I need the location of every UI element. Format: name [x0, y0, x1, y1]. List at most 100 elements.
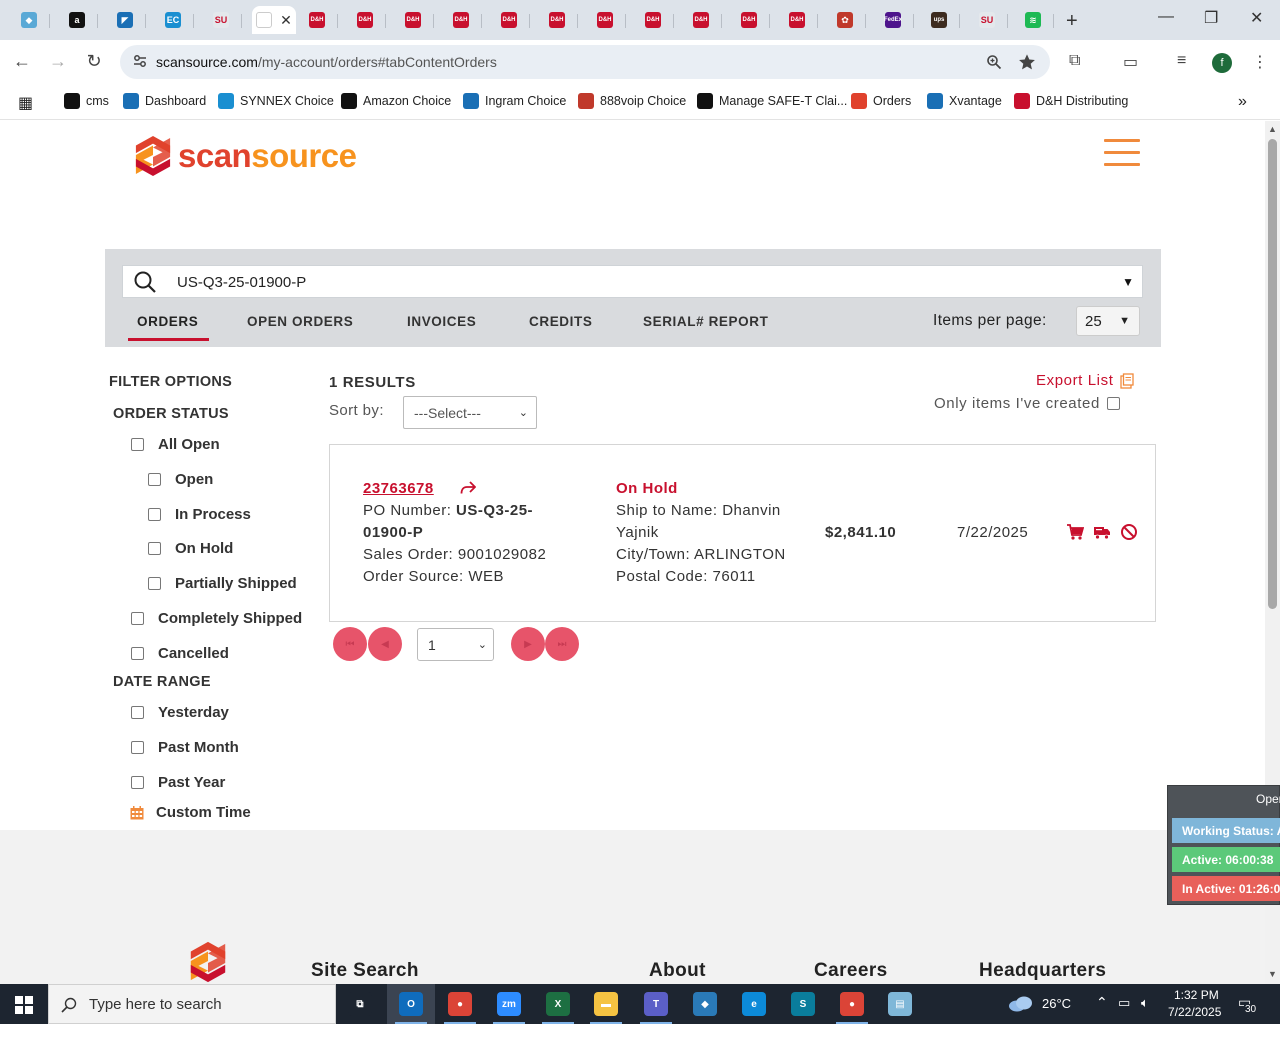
- bookmarks-overflow-button[interactable]: »: [1238, 93, 1247, 111]
- footer-logo-mark[interactable]: [187, 940, 229, 984]
- page-select[interactable]: 1 ⌄: [417, 628, 494, 661]
- checkbox[interactable]: [1106, 397, 1120, 410]
- browser-tab[interactable]: D&H: [440, 6, 482, 34]
- taskbar-app[interactable]: O: [387, 984, 435, 1024]
- address-bar[interactable]: scansource.com/my-account/orders#tabCont…: [120, 45, 1050, 79]
- browser-tab[interactable]: ◆: [8, 6, 50, 34]
- checkbox[interactable]: [148, 508, 161, 521]
- filter-completely-shipped[interactable]: Completely Shipped: [131, 610, 302, 627]
- taskbar-app[interactable]: ▤: [876, 984, 924, 1024]
- close-tab-icon[interactable]: ✕: [280, 12, 292, 29]
- extensions-icon[interactable]: ⧉: [1069, 52, 1080, 70]
- zoom-icon[interactable]: [986, 54, 1002, 70]
- taskbar-search-box[interactable]: Type here to search: [48, 984, 336, 1024]
- only-my-items-toggle[interactable]: Only items I've created: [934, 395, 1120, 412]
- checkbox[interactable]: [131, 612, 144, 625]
- bookmark-item[interactable]: cms: [64, 93, 109, 109]
- filter-all-open[interactable]: All Open: [131, 436, 220, 453]
- taskbar-app[interactable]: e: [730, 984, 778, 1024]
- taskbar-app[interactable]: zm: [485, 984, 533, 1024]
- browser-tab[interactable]: D&H: [584, 6, 626, 34]
- browser-tab[interactable]: D&H: [680, 6, 722, 34]
- search-icon[interactable]: [133, 270, 157, 294]
- scansource-logo[interactable]: scansource: [134, 134, 357, 178]
- tab-orders[interactable]: ORDERS: [137, 314, 198, 329]
- browser-menu-icon[interactable]: ⋮: [1252, 52, 1268, 72]
- first-page-button[interactable]: ⏮: [333, 627, 367, 661]
- filter-yesterday[interactable]: Yesterday: [131, 704, 229, 721]
- cart-icon[interactable]: [1066, 523, 1084, 541]
- order-number-link[interactable]: 23763678: [363, 480, 434, 497]
- search-dropdown-icon[interactable]: ▼: [1122, 275, 1134, 289]
- browser-tab[interactable]: ✿: [824, 6, 866, 34]
- browser-tab[interactable]: ◤: [104, 6, 146, 34]
- hamburger-menu-icon[interactable]: [1104, 139, 1140, 167]
- bookmark-item[interactable]: Ingram Choice: [463, 93, 566, 109]
- browser-tab[interactable]: D&H: [296, 6, 338, 34]
- footer-headquarters[interactable]: Headquarters: [979, 960, 1106, 982]
- checkbox[interactable]: [148, 473, 161, 486]
- weather-cloud-icon[interactable]: [1008, 996, 1034, 1012]
- volume-icon[interactable]: 🔈︎: [1141, 995, 1149, 1035]
- scrollbar-thumb[interactable]: [1268, 139, 1277, 609]
- last-page-button[interactable]: ⏭: [545, 627, 579, 661]
- items-per-page-select[interactable]: 25 ▼: [1076, 306, 1140, 336]
- notification-icon[interactable]: ▭ 30: [1238, 994, 1262, 1015]
- search-query-text[interactable]: US-Q3-25-01900-P: [177, 274, 306, 291]
- sort-by-select[interactable]: ---Select--- ⌄: [403, 396, 537, 429]
- taskbar-app[interactable]: ●: [828, 984, 876, 1024]
- browser-tab[interactable]: EC: [152, 6, 194, 34]
- filter-partially-shipped[interactable]: Partially Shipped: [148, 575, 297, 592]
- filter-past-month[interactable]: Past Month: [131, 739, 239, 756]
- bookmark-item[interactable]: 888voip Choice: [578, 93, 686, 109]
- taskbar-app[interactable]: ▬: [582, 984, 630, 1024]
- bookmark-item[interactable]: Dashboard: [123, 93, 206, 109]
- browser-tab[interactable]: a: [56, 6, 98, 34]
- scroll-up-icon[interactable]: ▲: [1268, 124, 1277, 134]
- browser-tab[interactable]: ups: [918, 6, 960, 34]
- media-controls-icon[interactable]: ≡: [1177, 52, 1186, 70]
- export-list-link[interactable]: Export List: [1036, 372, 1135, 389]
- checkbox[interactable]: [148, 577, 161, 590]
- tray-overflow-icon[interactable]: ⌃: [1096, 994, 1108, 1034]
- browser-tab[interactable]: SU: [966, 6, 1008, 34]
- back-button[interactable]: ←: [10, 51, 34, 72]
- tab-invoices[interactable]: INVOICES: [407, 314, 476, 329]
- next-page-button[interactable]: ▶: [511, 627, 545, 661]
- footer-about[interactable]: About: [649, 960, 706, 982]
- bookmark-item[interactable]: Orders: [851, 93, 911, 109]
- filter-on-hold[interactable]: On Hold: [148, 540, 233, 557]
- order-search-input[interactable]: US-Q3-25-01900-P ▼: [122, 265, 1143, 298]
- bookmark-item[interactable]: D&H Distributing: [1014, 93, 1128, 109]
- taskbar-app[interactable]: ◆: [681, 984, 729, 1024]
- checkbox[interactable]: [131, 706, 144, 719]
- checkbox[interactable]: [131, 647, 144, 660]
- filter-in-process[interactable]: In Process: [148, 506, 251, 523]
- cancel-order-icon[interactable]: [1120, 523, 1138, 541]
- active-tab[interactable]: ✕: [252, 6, 296, 34]
- checkbox[interactable]: [148, 542, 161, 555]
- footer-careers[interactable]: Careers: [814, 960, 888, 982]
- browser-tab[interactable]: D&H: [488, 6, 530, 34]
- widget-open-button[interactable]: Open: [1256, 792, 1280, 806]
- close-window-button[interactable]: ✕: [1250, 8, 1263, 28]
- checkbox[interactable]: [131, 776, 144, 789]
- shipping-truck-icon[interactable]: [1093, 523, 1111, 541]
- filter-past-year[interactable]: Past Year: [131, 774, 225, 791]
- checkbox[interactable]: [131, 741, 144, 754]
- previous-page-button[interactable]: ◀: [368, 627, 402, 661]
- bookmark-item[interactable]: Xvantage: [927, 93, 1002, 109]
- bookmark-item[interactable]: Amazon Choice: [341, 93, 451, 109]
- profile-avatar[interactable]: f: [1212, 53, 1232, 73]
- browser-tab[interactable]: D&H: [728, 6, 770, 34]
- tab-search-icon[interactable]: ▭: [1123, 52, 1138, 72]
- browser-tab[interactable]: D&H: [536, 6, 578, 34]
- taskbar-app[interactable]: S: [779, 984, 827, 1024]
- clock-date[interactable]: 7/22/2025: [1168, 1005, 1221, 1045]
- browser-tab[interactable]: FedEx: [872, 6, 914, 34]
- minimize-button[interactable]: —: [1158, 8, 1174, 26]
- tab-open-orders[interactable]: OPEN ORDERS: [247, 314, 353, 329]
- taskbar-app[interactable]: ●: [436, 984, 484, 1024]
- windows-start-icon[interactable]: [15, 996, 33, 1014]
- bookmark-item[interactable]: SYNNEX Choice: [218, 93, 334, 109]
